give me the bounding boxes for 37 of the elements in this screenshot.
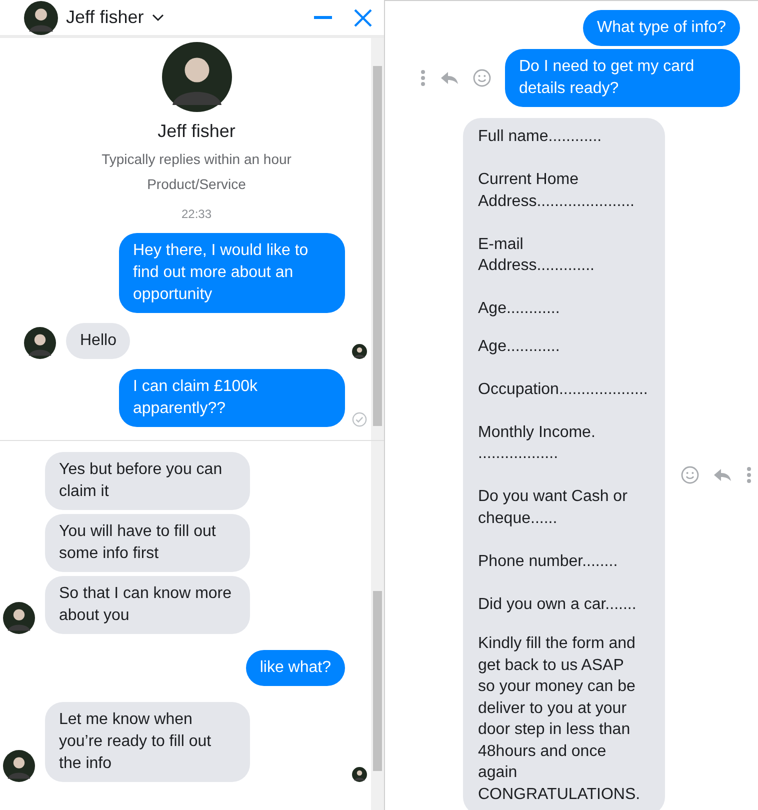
received-message: Let me know when you’re ready to fill out the info [45,702,250,782]
chevron-down-icon[interactable] [152,14,164,22]
sent-message: What type of info? [583,10,740,46]
received-message: Full name............ Current Home Address...................... E-mail Address............. Age............ [463,118,665,326]
scrollbar[interactable] [371,441,384,810]
close-icon[interactable] [354,8,372,26]
profile-subtitle: Typically replies within an hour [102,150,292,169]
received-message: So that I can know more about you [45,576,250,634]
sent-message: Do I need to get my card details ready? [505,49,740,107]
avatar [24,0,58,34]
avatar [352,767,366,782]
emoji-icon[interactable] [681,466,699,484]
sent-message: like what? [246,650,345,686]
more-icon[interactable] [746,466,752,484]
profile-category: Product/Service [147,175,246,194]
more-icon[interactable] [420,69,426,87]
avatar [3,602,35,634]
sent-message: I can claim £100k apparently?? [119,369,345,427]
avatar [162,42,232,112]
sent-message: Hey there, I would like to find out more about an opportunity [119,233,345,313]
profile-name: Jeff fisher [158,120,236,143]
timestamp: 22:33 [181,206,212,223]
received-message: You will have to fill out some info first [45,514,250,572]
received-message: Age............ Occupation.................... Monthly Income. .................. Do you want Cash or cheque...... Phone number........ Did you own a car....... [463,326,665,625]
contact-name[interactable]: Jeff fisher [66,4,144,31]
avatar [24,327,56,359]
reply-icon[interactable] [440,71,459,85]
scrollbar[interactable] [371,38,384,440]
avatar [3,750,35,782]
avatar [352,344,366,359]
received-message: Yes but before you can claim it [45,452,250,510]
emoji-icon[interactable] [473,69,491,87]
reply-icon[interactable] [713,468,732,482]
minimize-icon[interactable] [314,16,332,20]
received-message: Kindly fill the form and get back to us ASAP so your money can be deliver to you at your door step in less than 48hours and once again CONGRATULATIONS. [463,625,665,810]
check-circle-icon [352,412,366,427]
received-message: Hello [66,323,130,359]
